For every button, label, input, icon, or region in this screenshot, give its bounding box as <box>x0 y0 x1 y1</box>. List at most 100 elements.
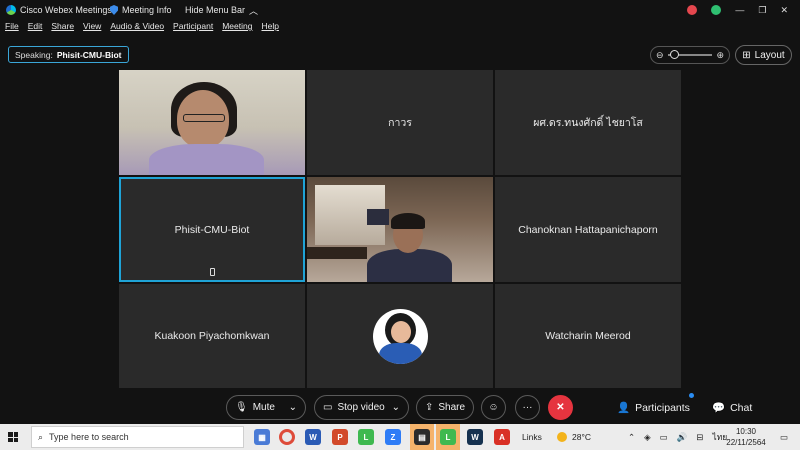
clock-time: 10:30 <box>735 427 757 436</box>
zoom-out-icon[interactable]: ⊖ <box>656 50 664 61</box>
more-options-button[interactable]: ··· <box>515 395 540 420</box>
speaking-indicator: Speaking: Phisit-CMU-Biot <box>8 46 129 63</box>
participant-hair <box>391 213 425 229</box>
restore-icon[interactable]: ❐ <box>758 5 766 16</box>
participant-tile-video-1[interactable] <box>119 70 305 175</box>
participant-tile-7[interactable]: Kuakoon Piyachomkwan <box>119 284 305 388</box>
reactions-button[interactable]: ☺ <box>481 395 506 420</box>
menu-edit[interactable]: Edit <box>28 21 43 37</box>
zoom-icon[interactable]: Z <box>385 429 401 445</box>
menu-help[interactable]: Help <box>261 21 278 37</box>
chevron-down-icon[interactable]: ⌄ <box>392 402 400 413</box>
participant-tile-video-2[interactable] <box>307 177 493 282</box>
start-button[interactable] <box>0 424 26 450</box>
speaking-name: Phisit-CMU-Biot <box>56 49 122 60</box>
zoom-knob[interactable] <box>669 50 679 59</box>
layout-grid-icon: ⊞ <box>742 49 751 61</box>
sticky-notes-icon[interactable]: ▤ <box>414 429 430 445</box>
recording-indicator-icon <box>687 5 698 15</box>
taskbar-search[interactable]: ⌕ Type here to search <box>31 426 244 448</box>
share-label: Share <box>438 402 466 413</box>
speaking-label: Speaking: <box>15 49 53 60</box>
participant-name: Phisit-CMU-Biot <box>174 223 250 236</box>
powerpoint-icon[interactable]: P <box>332 429 348 445</box>
chat-icon: 💬 <box>712 402 726 414</box>
windows-logo-icon <box>8 432 18 442</box>
chevron-up-icon: ︿ <box>249 5 259 16</box>
close-icon: ✕ <box>556 402 565 413</box>
clock-date: 22/11/2564 <box>726 438 766 447</box>
line-icon-active[interactable]: L <box>440 429 456 445</box>
participant-tile-active-speaker[interactable]: Phisit-CMU-Biot <box>119 177 305 282</box>
close-icon[interactable]: ✕ <box>780 5 788 16</box>
title-bar: Cisco Webex Meetings Meeting Info Hide M… <box>0 0 800 20</box>
zoom-track[interactable] <box>667 50 713 59</box>
notification-icon[interactable]: ▭ <box>780 424 788 450</box>
background-screen <box>367 209 389 225</box>
acrobat-icon[interactable]: A <box>494 429 510 445</box>
menu-participant[interactable]: Participant <box>173 21 213 37</box>
taskbar-clock[interactable]: 10:30 22/11/2564 <box>724 426 768 448</box>
layout-button[interactable]: ⊞ Layout <box>735 45 792 65</box>
share-button[interactable]: ⇪ Share <box>416 395 474 420</box>
participant-tile-avatar[interactable] <box>307 284 493 388</box>
avatar-body <box>378 342 422 364</box>
minimize-icon[interactable]: — <box>735 5 744 15</box>
background-table <box>307 247 367 259</box>
share-screen-icon: ⇪ <box>425 402 434 413</box>
chevron-up-icon[interactable]: ⌃ <box>628 432 635 443</box>
zoom-slider[interactable]: ⊖ ⊕ <box>650 46 730 64</box>
end-meeting-button[interactable]: ✕ <box>548 395 573 420</box>
participant-tile-3[interactable]: ผศ.ดร.ทนงศักดิ์ ไชยาโส <box>495 70 681 175</box>
menu-file[interactable]: File <box>5 21 19 37</box>
webex-tray-icon[interactable]: ◈ <box>644 432 651 443</box>
speaker-icon[interactable]: 🔊 <box>677 432 688 443</box>
menu-meeting[interactable]: Meeting <box>222 21 252 37</box>
system-tray: ⌃ ◈ ▭ 🔊 ⊟ ไทย <box>628 424 727 450</box>
webex-window: Cisco Webex Meetings Meeting Info Hide M… <box>0 0 800 450</box>
chat-button[interactable]: 💬 Chat <box>712 395 752 420</box>
links-label: Links <box>522 432 542 442</box>
network-status-icon <box>711 5 722 15</box>
menu-share[interactable]: Share <box>51 21 74 37</box>
battery-icon[interactable]: ▭ <box>660 432 668 443</box>
participants-button[interactable]: 👤 Participants <box>617 395 690 420</box>
participant-tile-6[interactable]: Chanoknan Hattapanichaporn <box>495 177 681 282</box>
meeting-info-button[interactable]: Meeting Info <box>110 5 172 15</box>
line-icon[interactable]: L <box>358 429 374 445</box>
mute-button[interactable]: 🎙 Mute ⌄ <box>226 395 306 420</box>
menu-view[interactable]: View <box>83 21 101 37</box>
weather-widget[interactable]: 28°C <box>557 424 591 450</box>
word-icon[interactable]: W <box>305 429 321 445</box>
chrome-icon[interactable] <box>279 429 295 445</box>
webex-logo-icon <box>6 5 16 15</box>
video-grid: กาวร ผศ.ดร.ทนงศักดิ์ ไชยาโส Phisit-CMU-B… <box>119 70 681 388</box>
window-controls: — ❐ ✕ <box>687 0 800 20</box>
webex-icon[interactable]: W <box>467 429 483 445</box>
mobile-device-icon <box>210 268 215 276</box>
avatar <box>372 308 428 364</box>
shield-icon <box>110 5 118 15</box>
hide-menu-bar-button[interactable]: Hide Menu Bar ︿ <box>185 4 258 17</box>
layout-label: Layout <box>754 49 785 61</box>
participant-tile-9[interactable]: Watcharin Meerod <box>495 284 681 388</box>
app-name: Cisco Webex Meetings <box>20 5 112 15</box>
glasses-icon <box>183 114 225 122</box>
stop-video-button[interactable]: ▭ Stop video ⌄ <box>314 395 409 420</box>
chevron-down-icon[interactable]: ⌄ <box>289 402 297 413</box>
more-icon: ··· <box>522 402 533 413</box>
sun-icon <box>557 432 567 442</box>
links-toolbar[interactable]: Links <box>522 424 542 450</box>
zoom-in-icon[interactable]: ⊕ <box>716 50 724 61</box>
participant-tile-2[interactable]: กาวร <box>307 70 493 175</box>
avatar-face <box>390 320 411 343</box>
calculator-icon[interactable]: ▦ <box>254 429 270 445</box>
participant-name: Watcharin Meerod <box>545 330 631 342</box>
video-camera-icon: ▭ <box>323 402 333 413</box>
network-icon[interactable]: ⊟ <box>696 432 703 443</box>
meeting-controls: 🎙 Mute ⌄ ▭ Stop video ⌄ ⇪ Share ☺ ··· ✕ … <box>0 392 800 424</box>
windows-taskbar: ⌕ Type here to search ▦ W P L Z ▤ L W A … <box>0 424 800 450</box>
meeting-info-label: Meeting Info <box>122 5 172 15</box>
menu-audio-video[interactable]: Audio & Video <box>110 21 164 37</box>
temperature-label: 28°C <box>572 432 591 442</box>
